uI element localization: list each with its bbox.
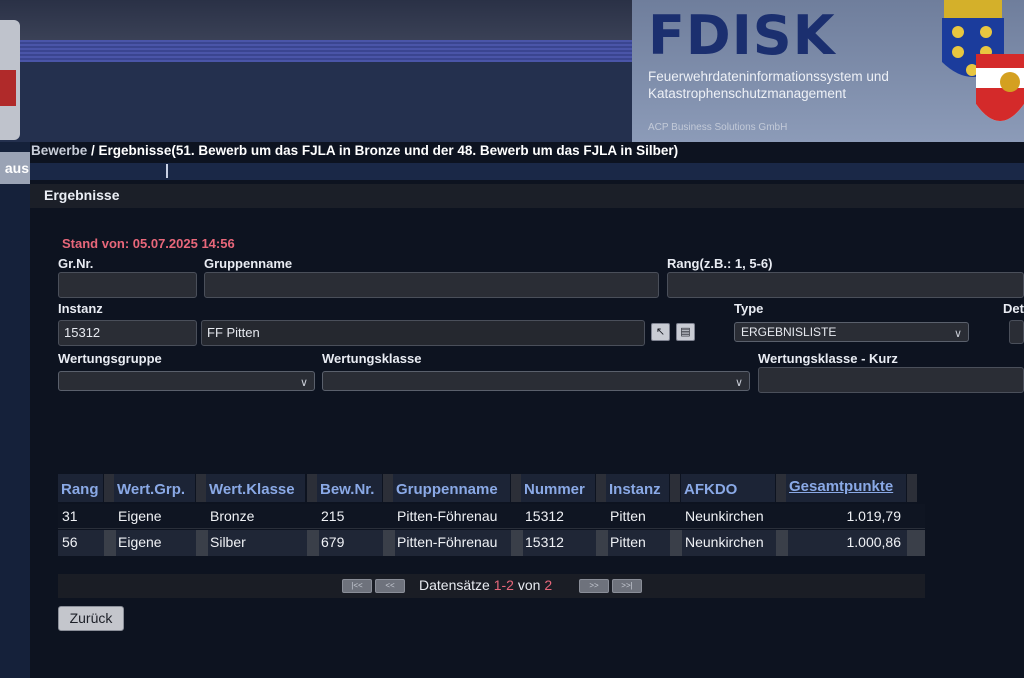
type-select[interactable]: ERGEBNISLISTE ∨ [734,322,969,342]
pager-status: Datensätze 1-2 von 2 [419,577,552,593]
cell-rang: 56 [62,534,78,550]
pager-of: von [517,577,541,593]
prev-page-button[interactable]: << [375,579,405,593]
cell-rang: 31 [62,508,78,524]
cell-instanz: Pitten [610,508,646,524]
type-label: Type [734,301,764,316]
brand-logo: FDISK [648,4,836,67]
cell-gruppenname: Pitten-Föhrenau [397,508,498,524]
rang-input[interactable] [667,272,1024,298]
next-page-button[interactable]: >> [579,579,609,593]
gruppenname-input[interactable] [204,272,659,298]
panel-title: Ergebnisse [44,187,120,203]
column-header-gesamtpunkte[interactable]: Gesamtpunkte [786,474,907,502]
row-cell-divider [907,530,925,556]
cell-nummer: 15312 [525,534,564,550]
type-select-value: ERGEBNISLISTE [741,325,837,339]
column-header-nummer[interactable]: Nummer [521,474,596,502]
sidebar-tab[interactable]: aus [0,152,30,184]
instanz-label: Instanz [58,301,103,316]
cell-bew-nr: 679 [321,534,345,550]
cell-instanz: Pitten [610,534,646,550]
company-name: ACP Business Solutions GmbH [648,122,788,133]
wertungsgruppe-label: Wertungsgruppe [58,351,162,366]
first-page-button[interactable]: |<< [342,579,372,593]
brand-tagline: Feuerwehrdateninformationssystem und Kat… [648,68,948,102]
wertungsklasse-kurz-input[interactable] [758,367,1024,393]
select-pointer-icon[interactable]: ↖ [651,323,670,341]
cell-wert-klasse: Silber [210,534,246,550]
column-resize-handle[interactable] [196,474,206,502]
column-header-wert-klasse[interactable]: Wert.Klasse [206,474,306,502]
column-header-wert-grp[interactable]: Wert.Grp. [114,474,196,502]
stand-timestamp: Stand von: 05.07.2025 14:56 [62,236,235,251]
det-label: Det [1003,301,1024,316]
cell-wert-klasse: Bronze [210,508,255,524]
column-resize-handle[interactable] [596,474,606,502]
column-header-bew-nr[interactable]: Bew.Nr. [317,474,383,502]
column-header-afkdo[interactable]: AFKDO [681,474,776,502]
tagline-line-1: Feuerwehrdateninformationssystem und [648,69,889,84]
column-resize-handle[interactable] [511,474,521,502]
breadcrumb-separator: / [87,143,99,158]
gruppenname-label: Gruppenname [204,256,293,271]
instanz-name-field: FF Pitten [201,320,645,346]
nav-strip [30,163,1024,180]
header-stripe-lower [0,62,640,142]
cell-wert-grp: Eigene [118,534,162,550]
back-button[interactable]: Zurück [58,606,124,631]
chevron-down-icon: ∨ [299,377,308,389]
cell-gesamtpunkte: 1.000,86 [846,534,902,550]
chevron-down-icon: ∨ [734,377,743,389]
wertungsklasse-select[interactable]: ∨ [322,371,750,391]
breadcrumb: Bewerbe / Ergebnisse(51. Bewerb um das F… [31,143,678,158]
tagline-line-2: Katastrophenschutzmanagement [648,86,847,101]
nav-cursor [166,164,168,178]
column-resize-handle[interactable] [383,474,393,502]
header-stripe [0,0,640,40]
cell-gruppenname: Pitten-Föhrenau [397,534,498,550]
column-resize-handle[interactable] [776,474,786,502]
cell-nummer: 15312 [525,508,564,524]
grnr-label: Gr.Nr. [58,256,94,271]
cell-gesamtpunkte: 1.019,79 [846,508,902,524]
pager-range: 1-2 [493,577,514,593]
det-input[interactable] [1009,320,1024,344]
cell-afkdo: Neunkirchen [685,534,764,550]
column-resize-handle[interactable] [307,474,317,502]
breadcrumb-current: Ergebnisse(51. Bewerb um das FJLA in Bro… [98,143,679,158]
pager-total: 2 [544,577,553,593]
instanz-number-input[interactable]: 15312 [58,320,197,346]
breadcrumb-link-bewerbe[interactable]: Bewerbe [31,143,87,158]
column-resize-handle[interactable] [104,474,114,502]
fire-department-badge-icon [0,20,20,140]
column-header-gruppenname[interactable]: Gruppenname [393,474,511,502]
cell-bew-nr: 215 [321,508,345,524]
chevron-down-icon: ∨ [953,328,962,340]
clear-list-icon[interactable]: ▤ [676,323,695,341]
coat-of-arms-icon [942,0,1024,121]
pager-label: Datensätze [419,577,490,593]
wertungsklasse-kurz-label: Wertungsklasse - Kurz [758,351,898,366]
grnr-input[interactable] [58,272,197,298]
sidebar [0,142,30,678]
column-resize-handle[interactable] [907,474,917,502]
column-header-instanz[interactable]: Instanz [606,474,670,502]
wertungsklasse-label: Wertungsklasse [322,351,422,366]
wertungsgruppe-select[interactable]: ∨ [58,371,315,391]
header-stripe-band [0,40,640,62]
last-page-button[interactable]: >>| [612,579,642,593]
column-header-rang[interactable]: Rang [58,474,104,502]
rang-label: Rang(z.B.: 1, 5-6) [667,256,773,271]
cell-wert-grp: Eigene [118,508,162,524]
cell-afkdo: Neunkirchen [685,508,764,524]
panel-header [30,184,1024,208]
column-resize-handle[interactable] [670,474,680,502]
